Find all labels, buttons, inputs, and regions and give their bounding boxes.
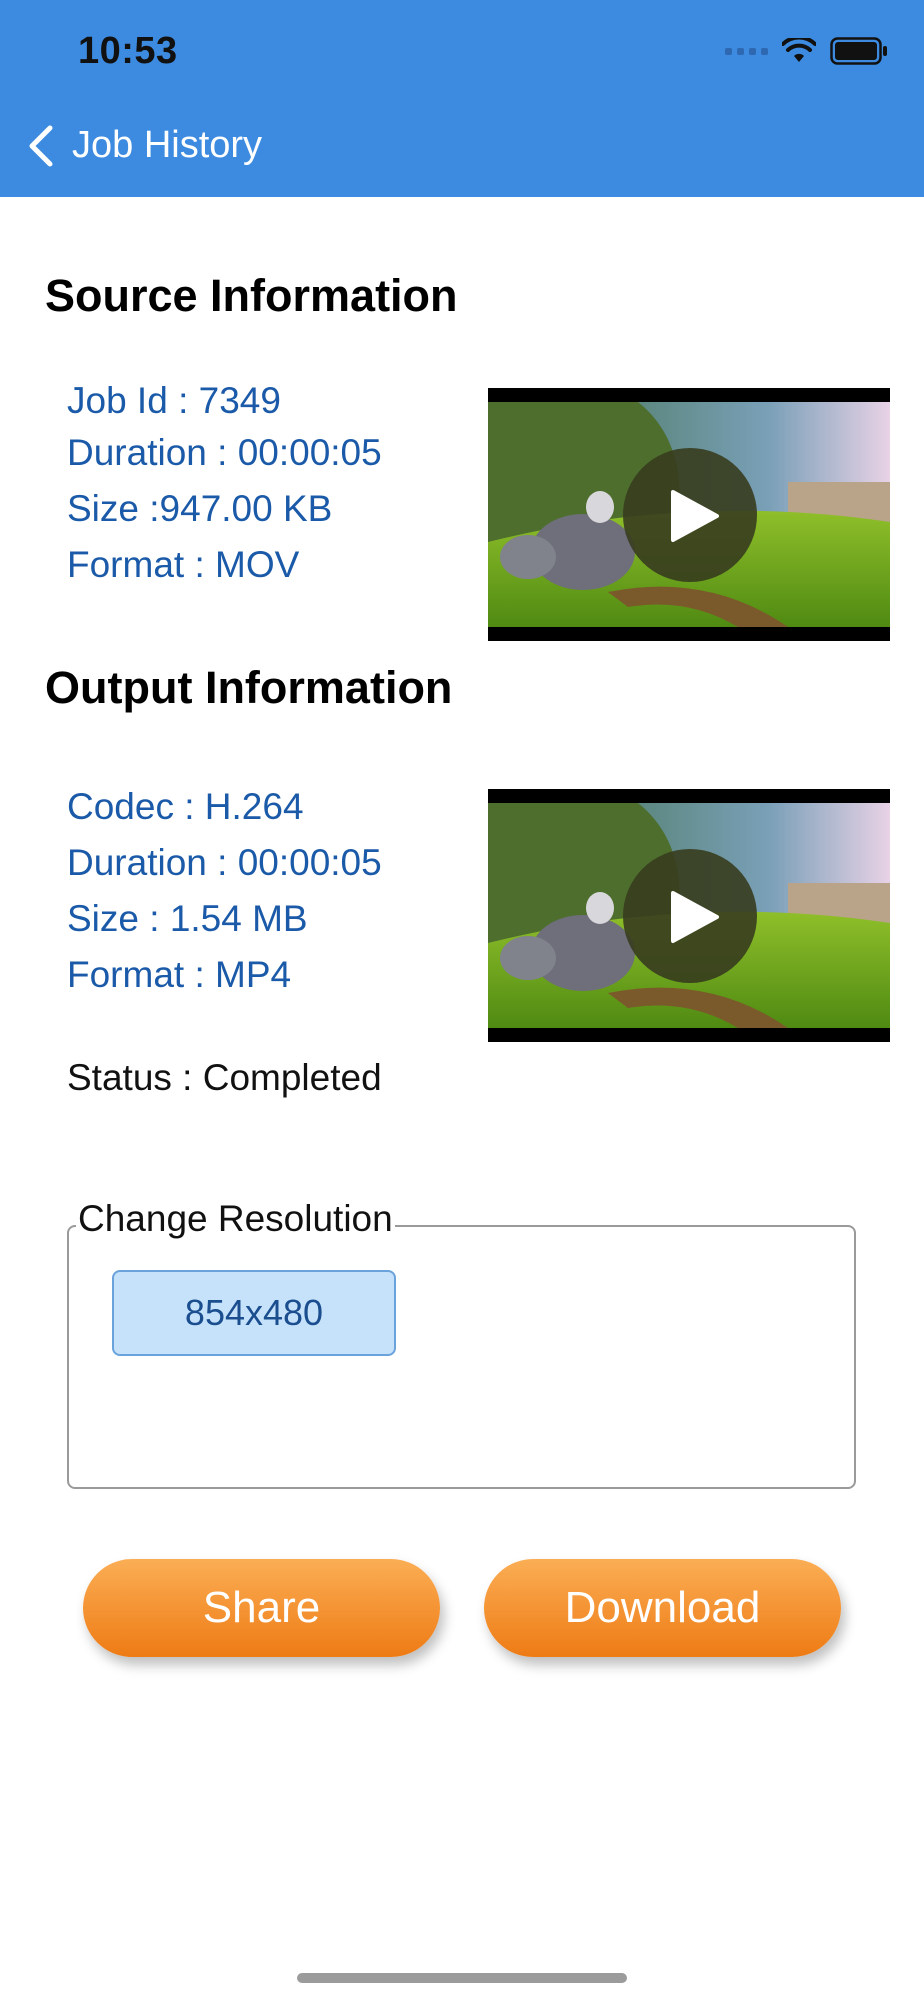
job-status: Status : Completed bbox=[67, 1057, 382, 1098]
output-format: Format : MP4 bbox=[67, 954, 292, 995]
battery-icon bbox=[830, 37, 888, 65]
chevron-left-icon bbox=[29, 125, 53, 167]
home-indicator[interactable] bbox=[297, 1973, 627, 1983]
output-duration: Duration : 00:00:05 bbox=[67, 842, 382, 883]
back-button[interactable] bbox=[26, 124, 56, 168]
source-section-title: Source Information bbox=[45, 270, 458, 321]
source-video-player[interactable] bbox=[488, 388, 890, 641]
cellular-signal-icon bbox=[725, 47, 768, 55]
output-size: Size : 1.54 MB bbox=[67, 898, 308, 939]
resolution-option-button[interactable]: 854x480 bbox=[112, 1270, 396, 1356]
download-button[interactable]: Download bbox=[484, 1559, 841, 1657]
output-video-player[interactable] bbox=[488, 789, 890, 1042]
play-icon[interactable] bbox=[623, 448, 757, 582]
wifi-icon bbox=[782, 38, 816, 64]
source-format: Format : MOV bbox=[67, 544, 300, 585]
resolution-legend: Change Resolution bbox=[76, 1198, 395, 1240]
output-section-title: Output Information bbox=[45, 662, 453, 713]
nav-title[interactable]: Job History bbox=[72, 124, 262, 167]
status-time: 10:53 bbox=[78, 30, 178, 72]
status-icons bbox=[725, 36, 888, 66]
source-size: Size :947.00 KB bbox=[67, 488, 333, 529]
source-job-id: Job Id : 7349 bbox=[67, 380, 281, 421]
output-codec: Codec : H.264 bbox=[67, 786, 304, 827]
navigation-bar: 10:53 Job History bbox=[0, 0, 924, 197]
play-icon[interactable] bbox=[623, 849, 757, 983]
resolution-group bbox=[67, 1225, 856, 1489]
source-duration: Duration : 00:00:05 bbox=[67, 432, 382, 473]
share-button[interactable]: Share bbox=[83, 1559, 440, 1657]
